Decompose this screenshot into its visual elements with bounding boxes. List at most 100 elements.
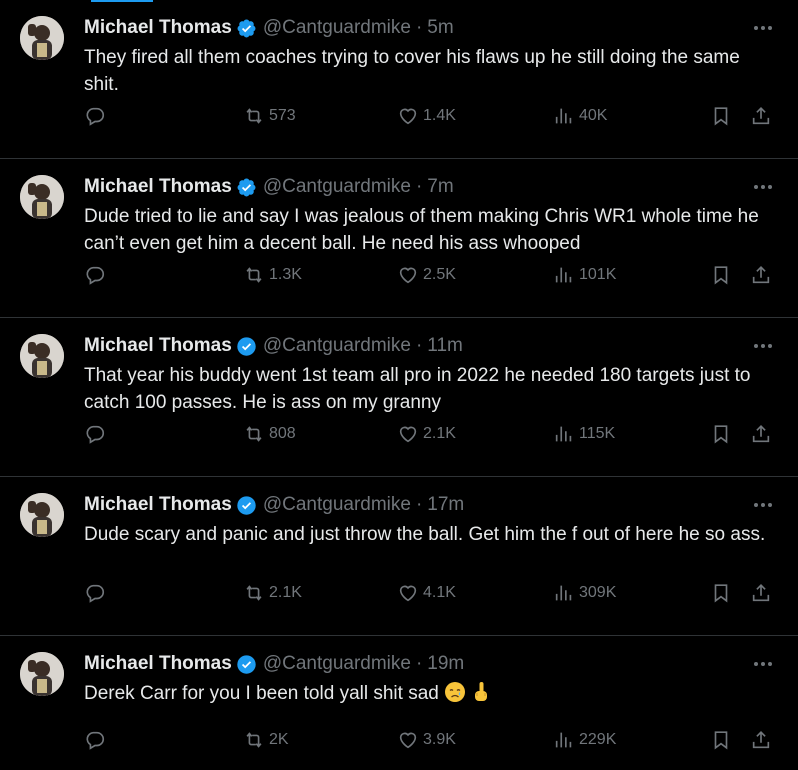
like-count: 2.5K xyxy=(423,266,456,283)
action-bar: 808 2.1K 115K xyxy=(0,421,798,447)
retweet-button[interactable]: 1.3K xyxy=(243,262,302,288)
display-name[interactable]: Michael Thomas xyxy=(84,335,232,357)
handle[interactable]: @Cantguardmike xyxy=(263,653,411,675)
bookmark-icon xyxy=(714,425,728,444)
heart-icon xyxy=(399,426,417,443)
display-name[interactable]: Michael Thomas xyxy=(84,176,232,198)
views-button[interactable]: 309K xyxy=(553,580,616,606)
views-count: 229K xyxy=(579,731,617,748)
bookmark-button[interactable] xyxy=(710,727,732,753)
verified-badge-icon xyxy=(237,336,256,356)
avatar[interactable] xyxy=(20,334,64,378)
share-button[interactable] xyxy=(750,421,772,447)
middle-finger-emoji xyxy=(475,682,488,701)
retweet-button[interactable]: 2K xyxy=(243,727,289,753)
timestamp[interactable]: 11m xyxy=(427,335,463,357)
views-button[interactable]: 101K xyxy=(553,262,616,288)
tweet-header: Michael Thomas @Cantguardmike · 19m xyxy=(84,652,464,676)
share-button[interactable] xyxy=(750,727,772,753)
avatar[interactable] xyxy=(20,493,64,537)
retweet-icon xyxy=(246,108,262,124)
bookmark-button[interactable] xyxy=(710,103,732,129)
bookmark-icon xyxy=(714,731,728,750)
tweet[interactable]: Michael Thomas @Cantguardmike · 19m Dere… xyxy=(0,636,798,770)
tweet[interactable]: Michael Thomas @Cantguardmike · 17m Dude… xyxy=(0,477,798,636)
retweet-button[interactable]: 808 xyxy=(243,421,296,447)
timestamp[interactable]: 7m xyxy=(427,176,453,198)
timestamp[interactable]: 19m xyxy=(427,653,464,675)
display-name[interactable]: Michael Thomas xyxy=(84,17,232,39)
like-count: 2.1K xyxy=(423,425,456,442)
separator: · xyxy=(415,335,423,356)
more-icon[interactable] xyxy=(750,336,776,356)
views-icon xyxy=(555,426,572,442)
share-icon xyxy=(752,584,770,602)
avatar[interactable] xyxy=(20,652,64,696)
views-icon xyxy=(555,267,572,283)
tweet-text: Derek Carr for you I been told yall shit… xyxy=(84,683,439,704)
avatar[interactable] xyxy=(20,175,64,219)
retweet-icon xyxy=(246,585,262,601)
action-bar: 2.1K 4.1K 309K xyxy=(0,580,798,606)
bookmark-button[interactable] xyxy=(710,262,732,288)
retweet-button[interactable]: 573 xyxy=(243,103,296,129)
tweet-header: Michael Thomas @Cantguardmike · 17m xyxy=(84,493,464,517)
handle[interactable]: @Cantguardmike xyxy=(263,335,411,357)
timestamp[interactable]: 5m xyxy=(427,17,453,39)
timestamp[interactable]: 17m xyxy=(427,494,464,516)
reply-button[interactable] xyxy=(84,580,106,606)
like-count: 1.4K xyxy=(423,107,456,124)
more-icon[interactable] xyxy=(750,654,776,674)
reply-icon xyxy=(86,584,105,603)
views-button[interactable]: 115K xyxy=(553,421,615,447)
avatar[interactable] xyxy=(20,16,64,60)
reply-button[interactable] xyxy=(84,103,106,129)
tweet-text: That year his buddy went 1st team all pr… xyxy=(84,365,751,413)
crying-face-emoji xyxy=(445,682,466,702)
action-bar: 1.3K 2.5K 101K xyxy=(0,262,798,288)
share-button[interactable] xyxy=(750,262,772,288)
bookmark-icon xyxy=(714,107,728,126)
handle[interactable]: @Cantguardmike xyxy=(263,176,411,198)
action-bar: 2K 3.9K 229K xyxy=(0,727,798,753)
tweet-text-container: Derek Carr for you I been told yall shit… xyxy=(84,681,774,708)
share-icon xyxy=(752,425,770,443)
more-icon[interactable] xyxy=(750,177,776,197)
display-name[interactable]: Michael Thomas xyxy=(84,494,232,516)
verified-badge-icon xyxy=(237,495,256,515)
views-count: 115K xyxy=(579,425,616,442)
like-button[interactable]: 1.4K xyxy=(397,103,456,129)
reply-button[interactable] xyxy=(84,727,106,753)
retweet-count: 808 xyxy=(269,425,296,442)
reply-button[interactable] xyxy=(84,421,106,447)
display-name[interactable]: Michael Thomas xyxy=(84,653,232,675)
tweet[interactable]: Michael Thomas @Cantguardmike · 5m They … xyxy=(0,0,798,159)
like-button[interactable]: 4.1K xyxy=(397,580,456,606)
tweet[interactable]: Michael Thomas @Cantguardmike · 7m Dude … xyxy=(0,159,798,318)
handle[interactable]: @Cantguardmike xyxy=(263,17,411,39)
share-button[interactable] xyxy=(750,103,772,129)
retweet-button[interactable]: 2.1K xyxy=(243,580,302,606)
handle[interactable]: @Cantguardmike xyxy=(263,494,411,516)
views-count: 101K xyxy=(579,266,617,283)
separator: · xyxy=(415,494,423,515)
share-button[interactable] xyxy=(750,580,772,606)
bookmark-button[interactable] xyxy=(710,421,732,447)
more-icon[interactable] xyxy=(750,495,776,515)
like-button[interactable]: 2.5K xyxy=(397,262,456,288)
action-bar: 573 1.4K 40K xyxy=(0,103,798,129)
reply-icon xyxy=(86,731,105,750)
views-button[interactable]: 40K xyxy=(553,103,607,129)
tweet[interactable]: Michael Thomas @Cantguardmike · 11m That… xyxy=(0,318,798,477)
more-icon[interactable] xyxy=(750,18,776,38)
reply-button[interactable] xyxy=(84,262,106,288)
share-icon xyxy=(752,107,770,125)
like-button[interactable]: 3.9K xyxy=(397,727,456,753)
retweet-count: 1.3K xyxy=(269,266,302,283)
share-icon xyxy=(752,731,770,749)
bookmark-button[interactable] xyxy=(710,580,732,606)
views-button[interactable]: 229K xyxy=(553,727,616,753)
like-button[interactable]: 2.1K xyxy=(397,421,456,447)
retweet-icon xyxy=(246,732,262,748)
reply-icon xyxy=(86,107,105,126)
